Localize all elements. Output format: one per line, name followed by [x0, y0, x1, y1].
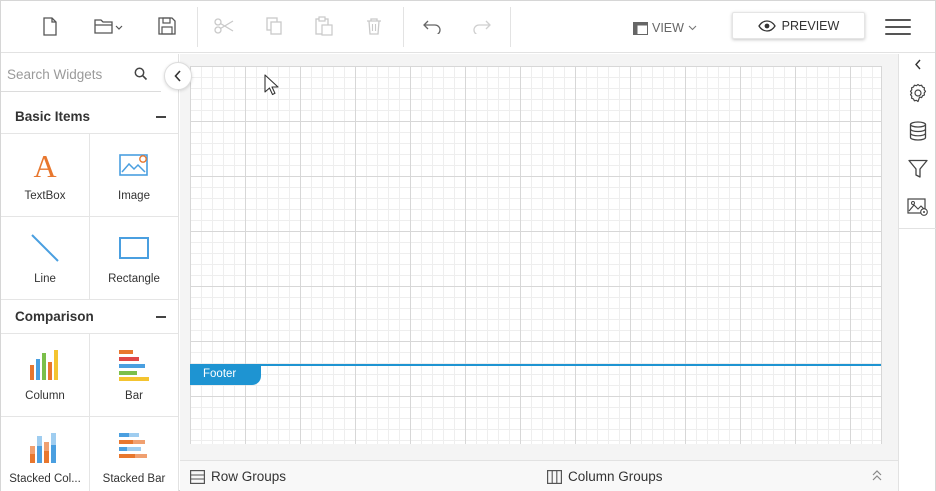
panel-divider — [899, 228, 936, 229]
line-icon — [27, 232, 63, 264]
widget-image[interactable]: Image — [90, 134, 178, 217]
svg-text:A: A — [33, 150, 56, 180]
view-label: VIEW — [652, 21, 684, 35]
layout-icon — [633, 21, 648, 35]
stacked-column-chart-icon — [27, 432, 63, 464]
footer-section-tag[interactable]: Footer — [190, 365, 261, 385]
stacked-bar-chart-icon — [116, 432, 152, 464]
section-title: Comparison — [15, 309, 94, 324]
collapse-right-icon[interactable] — [899, 54, 936, 74]
preview-label: PREVIEW — [781, 18, 840, 33]
properties-panel — [898, 54, 936, 491]
hamburger-menu-icon[interactable] — [885, 15, 911, 39]
mouse-cursor-icon — [264, 74, 279, 96]
toolbar-separator — [510, 7, 511, 47]
filter-icon[interactable] — [899, 150, 936, 188]
chevron-down-icon — [688, 25, 697, 31]
search-icon[interactable] — [134, 67, 148, 81]
column-groups-button[interactable]: Column Groups — [547, 469, 663, 484]
column-chart-icon — [27, 349, 63, 381]
collapse-minus-icon[interactable] — [156, 116, 166, 118]
new-file-icon[interactable] — [35, 11, 65, 41]
section-header-comparison[interactable]: Comparison — [1, 300, 178, 334]
design-surface[interactable]: Footer — [190, 66, 882, 444]
widget-rectangle[interactable]: Rectangle — [90, 217, 178, 300]
row-groups-button[interactable]: Row Groups — [190, 469, 286, 484]
paste-icon[interactable] — [309, 11, 339, 41]
image-settings-icon[interactable] — [899, 188, 936, 226]
widget-bar[interactable]: Bar — [90, 334, 178, 417]
grouping-bar: Row Groups Column Groups — [180, 460, 898, 491]
eye-icon — [757, 19, 776, 32]
image-icon — [116, 149, 152, 181]
toolbar-separator — [197, 7, 198, 47]
toolbar-separator — [403, 7, 404, 47]
data-source-icon[interactable] — [899, 112, 936, 150]
copy-icon[interactable] — [259, 11, 289, 41]
delete-icon[interactable] — [359, 11, 389, 41]
redo-icon[interactable] — [467, 11, 497, 41]
widget-line[interactable]: Line — [1, 217, 90, 300]
section-header-basic-items[interactable]: Basic Items — [1, 100, 178, 134]
bar-chart-icon — [116, 349, 152, 381]
chevron-left-icon — [174, 70, 181, 82]
undo-icon[interactable] — [417, 11, 447, 41]
row-groups-label: Row Groups — [211, 469, 287, 484]
toolbar: VIEW PREVIEW — [1, 1, 935, 53]
section-title: Basic Items — [15, 109, 91, 124]
column-groups-label: Column Groups — [568, 469, 663, 484]
open-folder-icon[interactable] — [91, 11, 127, 41]
collapse-panel-button[interactable] — [164, 62, 192, 90]
collapse-minus-icon[interactable] — [156, 316, 166, 318]
view-menu-button[interactable]: VIEW — [633, 17, 697, 39]
widget-textbox[interactable]: A TextBox — [1, 134, 90, 217]
widget-stacked-column[interactable]: Stacked Col... — [1, 417, 90, 491]
widget-panel: Basic Items A TextBox Image Line Rect — [1, 54, 179, 491]
widget-search — [1, 54, 161, 92]
design-canvas-area: Footer — [180, 54, 898, 460]
settings-icon[interactable] — [899, 74, 936, 112]
cut-icon[interactable] — [209, 11, 239, 41]
rectangle-icon — [116, 232, 152, 264]
footer-divider[interactable] — [190, 364, 881, 366]
row-groups-icon — [190, 469, 205, 484]
textbox-icon: A — [27, 149, 63, 181]
chevron-double-up-icon[interactable] — [869, 469, 885, 483]
save-icon[interactable] — [152, 11, 182, 41]
search-input[interactable] — [7, 64, 127, 84]
widget-stacked-bar[interactable]: Stacked Bar — [90, 417, 178, 491]
column-groups-icon — [547, 469, 562, 484]
widget-column[interactable]: Column — [1, 334, 90, 417]
preview-button[interactable]: PREVIEW — [732, 12, 865, 39]
report-designer-window: VIEW PREVIEW Basic Items A TextBox — [0, 0, 936, 491]
